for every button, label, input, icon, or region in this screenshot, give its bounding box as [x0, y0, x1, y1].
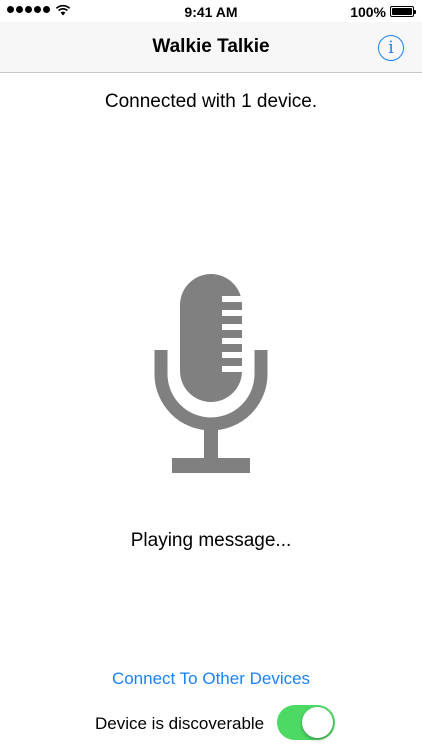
- connection-status-text: Connected with 1 device.: [104, 91, 318, 112]
- playback-status-text: Playing message...: [130, 530, 292, 551]
- info-icon: i: [388, 38, 394, 58]
- microphone-icon: [154, 274, 268, 473]
- navigation-bar: Walkie Talkie i: [0, 22, 422, 73]
- page-title: Walkie Talkie: [152, 36, 270, 57]
- status-bar: 9:41 AM 100%: [0, 0, 422, 22]
- discoverable-label: Device is discoverable: [95, 714, 265, 733]
- toggle-knob: [302, 707, 333, 738]
- battery-icon: [390, 6, 416, 17]
- discoverable-row: Device is discoverable: [0, 704, 422, 744]
- battery-percentage: 100%: [350, 4, 386, 20]
- app-screen: 9:41 AM 100% Walkie Talkie i Connected w…: [0, 0, 422, 750]
- info-button[interactable]: i: [378, 35, 404, 61]
- connect-other-devices-link[interactable]: Connect To Other Devices: [0, 669, 422, 689]
- discoverable-toggle[interactable]: [277, 705, 335, 740]
